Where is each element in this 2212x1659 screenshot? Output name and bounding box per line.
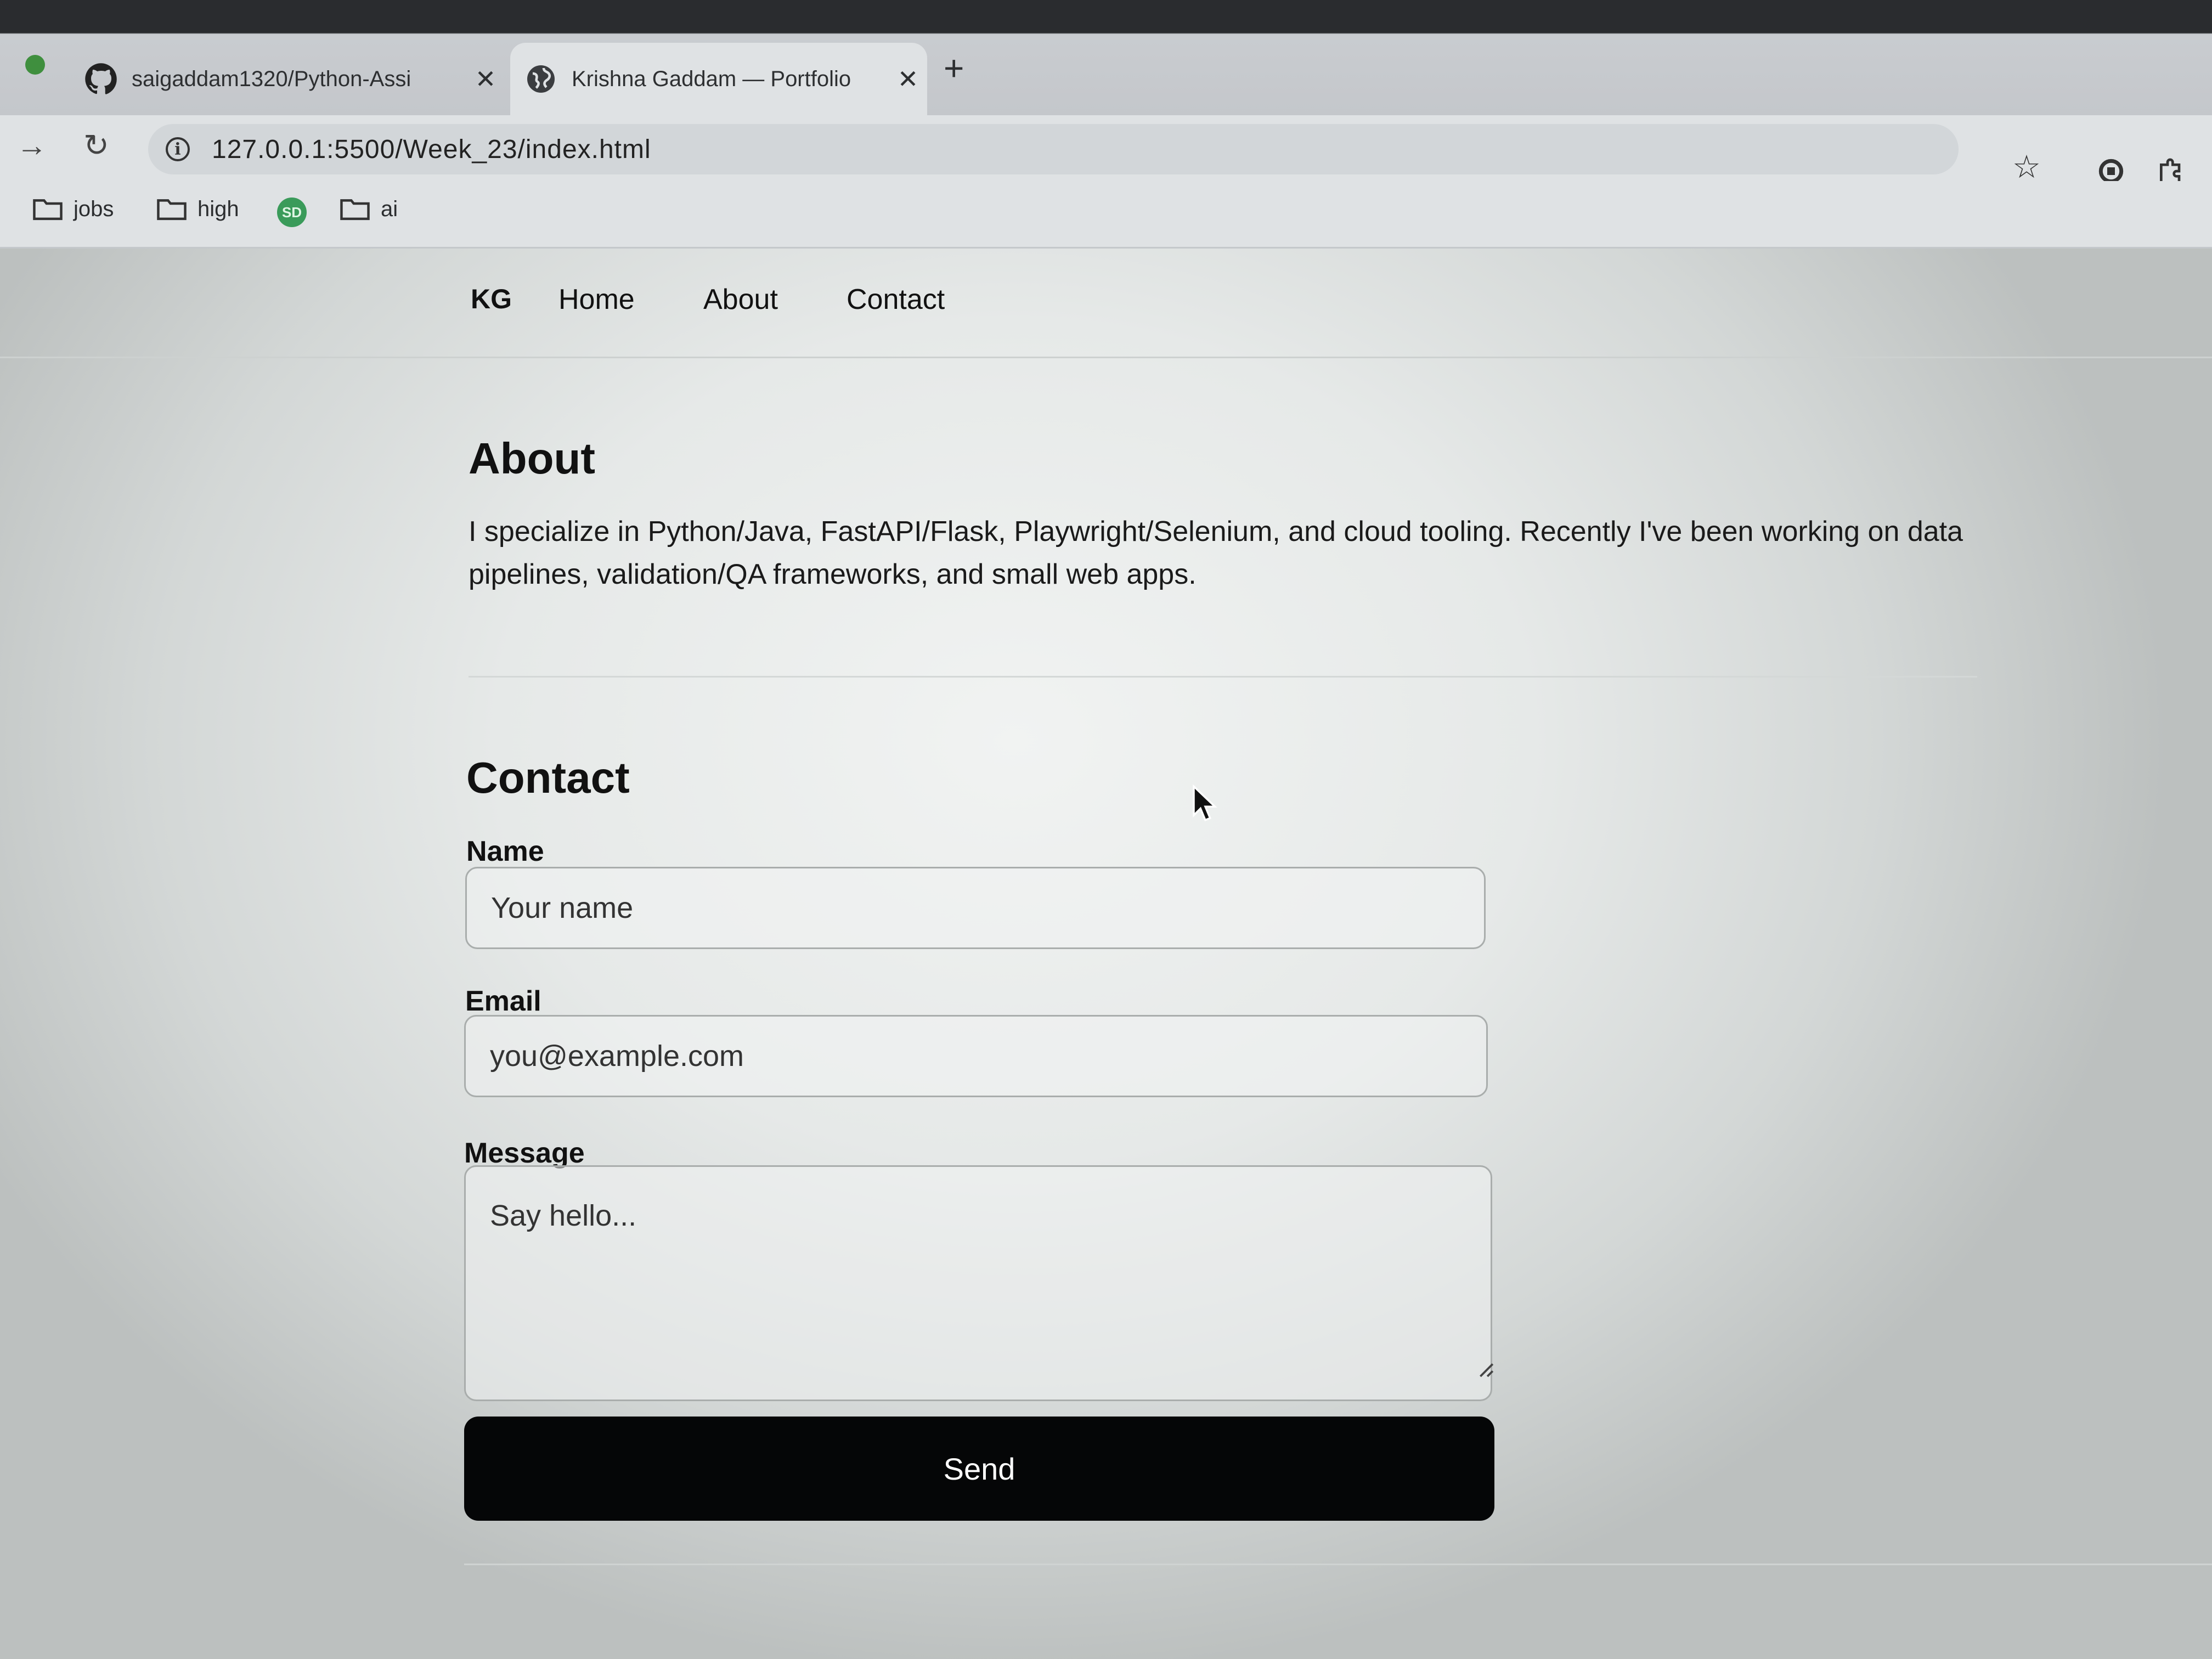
- folder-icon: [157, 199, 187, 221]
- browser-toolbar: → ↻ i 127.0.0.1:5500/Week_23/index.html: [0, 115, 2212, 181]
- message-label: Message: [464, 1137, 585, 1169]
- bookmark-jobs[interactable]: jobs: [32, 196, 114, 222]
- brand-logo[interactable]: KG: [471, 283, 512, 315]
- tab-close-icon[interactable]: ✕: [889, 64, 927, 94]
- send-button[interactable]: Send: [464, 1417, 1494, 1521]
- globe-icon: [527, 65, 555, 93]
- tab-close-icon[interactable]: ✕: [466, 64, 505, 94]
- site-favicon-icon[interactable]: SD: [277, 198, 307, 227]
- name-label: Name: [466, 836, 544, 867]
- nav-link-contact[interactable]: Contact: [847, 283, 945, 316]
- github-icon: [85, 63, 117, 94]
- tab-portfolio[interactable]: Krishna Gaddam — Portfolio ✕: [510, 43, 927, 115]
- tab-title: saigaddam1320/Python-Assi: [132, 66, 411, 91]
- url-text: 127.0.0.1:5500/Week_23/index.html: [212, 134, 651, 164]
- folder-icon: [33, 199, 63, 221]
- bookmark-ai[interactable]: ai: [339, 196, 398, 222]
- section-divider: [469, 676, 1977, 678]
- folder-icon: [340, 199, 370, 221]
- name-input[interactable]: [465, 867, 1486, 949]
- nav-link-about[interactable]: About: [703, 283, 778, 316]
- bookmark-label: ai: [381, 196, 398, 221]
- message-textarea[interactable]: [464, 1165, 1492, 1401]
- about-text: I specialize in Python/Java, FastAPI/Fla…: [469, 516, 1963, 590]
- window-status-dot: [25, 55, 45, 75]
- bookmark-label: high: [198, 196, 239, 221]
- mouse-cursor-icon: [1193, 785, 1217, 822]
- nav-link-home[interactable]: Home: [558, 283, 635, 316]
- site-info-icon[interactable]: i: [166, 137, 190, 161]
- address-bar[interactable]: i 127.0.0.1:5500/Week_23/index.html: [148, 124, 1959, 174]
- about-heading: About: [469, 434, 596, 483]
- email-label: Email: [465, 985, 541, 1017]
- screen: saigaddam1320/Python-Assi ✕ Krishna Gadd…: [0, 0, 2212, 1659]
- bookmark-label: jobs: [74, 196, 114, 221]
- email-input[interactable]: [464, 1015, 1488, 1097]
- tab-strip: saigaddam1320/Python-Assi ✕ Krishna Gadd…: [0, 0, 2212, 115]
- resize-handle-icon[interactable]: [1477, 1361, 1494, 1378]
- contact-heading: Contact: [466, 753, 630, 802]
- tab-title: Krishna Gaddam — Portfolio: [572, 66, 851, 91]
- forward-arrow-icon[interactable]: →: [16, 127, 47, 163]
- tab-github[interactable]: saigaddam1320/Python-Assi ✕: [77, 43, 505, 115]
- bookmark-high[interactable]: high: [156, 196, 239, 222]
- bookmark-star-icon[interactable]: ☆: [2012, 148, 2041, 185]
- site-nav: KG Home About Contact: [0, 247, 2212, 358]
- section-divider: [464, 1564, 2212, 1565]
- new-tab-button[interactable]: +: [944, 50, 964, 86]
- bookmarks-bar: jobs high SD ai: [0, 181, 2212, 249]
- reload-icon[interactable]: ↻: [83, 127, 109, 163]
